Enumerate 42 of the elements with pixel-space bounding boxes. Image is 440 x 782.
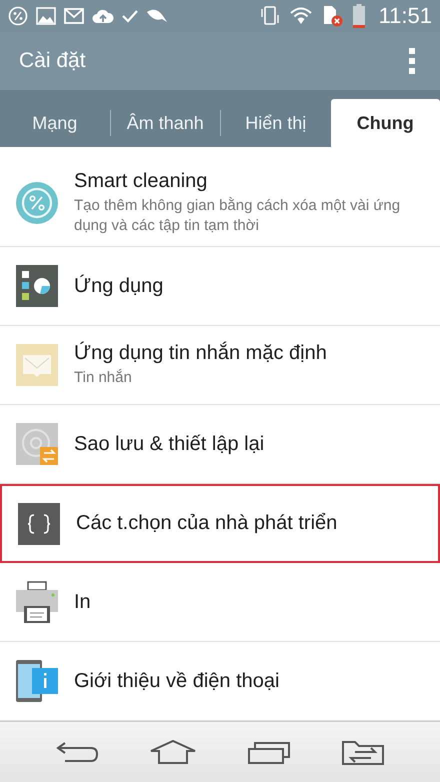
item-subtitle: Tin nhắn [74,368,133,388]
more-options-icon[interactable] [408,48,416,74]
item-title: Giới thiệu về điện thoại [74,670,280,693]
percent-circle-icon [16,182,58,224]
back-icon[interactable] [55,740,99,764]
vibrate-icon [258,4,281,27]
item-title: Ứng dụng [74,274,164,298]
item-title: Sao lưu & thiết lập lại [74,432,264,456]
recent-apps-icon[interactable] [247,739,291,766]
disk-sync-icon [16,423,58,466]
item-title: Smart cleaning [74,170,208,193]
dual-window-icon[interactable] [341,738,385,766]
check-icon [122,8,138,23]
settings-item[interactable]: Sao lưu & thiết lập lại [0,405,440,484]
phone-info-icon [16,660,58,702]
tab[interactable]: Hiển thị [221,99,330,148]
settings-item[interactable]: Các t.chọn của nhà phát triển [0,484,440,564]
tab[interactable]: Âm thanh [110,99,220,148]
wifi-icon [288,6,313,26]
mail-icon [64,8,84,24]
status-time: 11:51 [378,2,432,29]
item-title: Ứng dụng tin nhắn mặc định [74,342,327,366]
percent-icon [8,6,28,26]
battery-icon [352,4,365,28]
settings-item[interactable]: Ứng dụng tin nhắn mặc định Tin nhắn [0,326,440,406]
braces-icon [18,502,60,545]
home-icon[interactable] [149,739,197,766]
tab[interactable]: Mạng [0,99,110,148]
settings-item[interactable]: In [0,563,440,642]
apps-chart-icon [16,265,58,308]
settings-item[interactable]: Ứng dụng [0,247,440,326]
printer-icon [16,581,58,624]
tab[interactable]: Chung [330,99,440,148]
leaf-icon [146,8,168,24]
envelope-icon [16,344,58,386]
item-title: Các t.chọn của nhà phát triển [76,512,338,536]
item-subtitle: Tạo thêm không gian bằng cách xóa một vài ứng dụng và các tập tin tạm thời [74,196,402,236]
settings-item[interactable]: Smart cleaning Tạo thêm không gian bằng cách xóa một vài ứng dụng và các tập tin tạm thời [0,147,440,248]
item-title: In [74,590,91,614]
cloud-upload-icon [92,8,114,24]
screen-title: Cài đặt [19,48,86,73]
image-icon [36,6,56,25]
